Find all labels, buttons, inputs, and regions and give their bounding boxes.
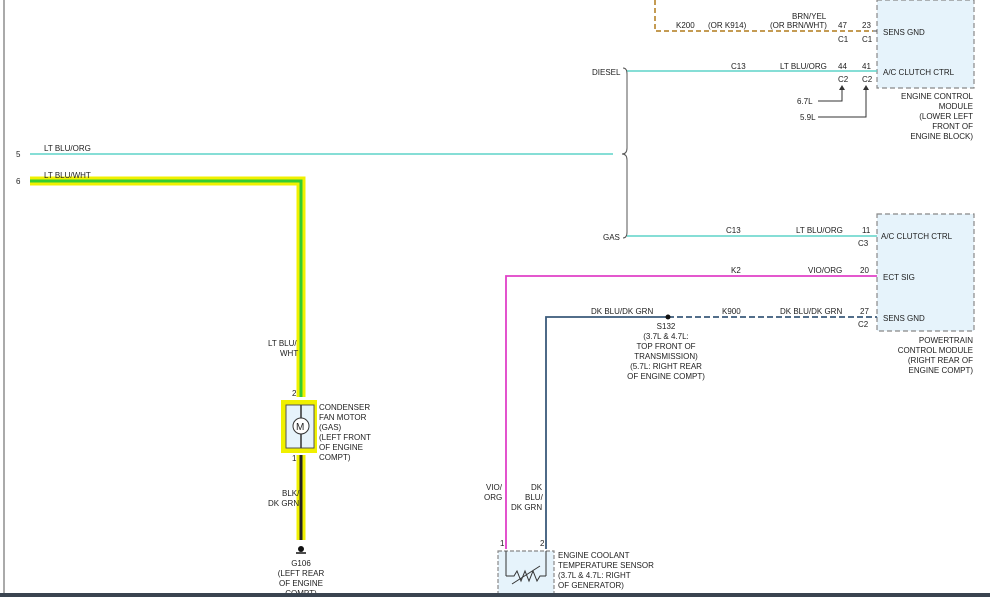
ecm-name: ENGINE CONTROL MODULE (LOWER LEFT FRONT …	[901, 92, 974, 141]
vio-org-sensor-label: ORG	[484, 493, 502, 502]
splice-label-line: TRANSMISSION)	[634, 352, 698, 361]
dk-blu-dk-grn-left-label: DK BLU/DK GRN	[591, 307, 653, 316]
ecm-name-line: (LOWER LEFT	[919, 112, 973, 121]
pcm-name-line: (RIGHT REAR OF	[908, 356, 973, 365]
fan-pin-top: 2	[292, 389, 297, 398]
v59-label: 5.9L	[800, 113, 816, 122]
splice-label-line: TOP FRONT OF	[636, 342, 695, 351]
sensor-pin-2: 2	[540, 539, 545, 548]
dk-blu-sensor-label: DK	[531, 483, 543, 492]
c13-top-label: C13	[731, 62, 746, 71]
window-bottom-bar	[0, 593, 990, 597]
k200-label: K200	[676, 21, 695, 30]
pcm-ac-clutch-label: A/C CLUTCH CTRL	[881, 232, 953, 241]
splice-label: S132 (3.7L & 4.7L: TOP FRONT OF TRANSMIS…	[627, 322, 705, 381]
k900-label: K900	[722, 307, 741, 316]
ect-sensor-name-line: TEMPERATURE SENSOR	[558, 561, 654, 570]
diesel-gas-brace	[621, 67, 628, 239]
dk-blu-sensor-label: BLU/	[525, 493, 544, 502]
splice-label-line: OF ENGINE COMPT)	[627, 372, 705, 381]
splice-label-line: S132	[657, 322, 676, 331]
ecm-name-line: ENGINE CONTROL	[901, 92, 974, 101]
pin-27: 27	[860, 307, 869, 316]
ground-wire-label: BLK/	[282, 489, 300, 498]
pcm-name-line: CONTROL MODULE	[898, 346, 973, 355]
brn-wht-label: (OR BRN/WHT)	[770, 21, 827, 30]
lt-blu-org-gas-label: LT BLU/ORG	[796, 226, 843, 235]
brn-yel-label: BRN/YEL	[792, 12, 827, 21]
ground-wire-label: DK GRN	[268, 499, 299, 508]
c13-gas-label: C13	[726, 226, 741, 235]
ect-sensor-name-line: ENGINE COOLANT	[558, 551, 630, 560]
ect-sensor-name-line: (3.7L & 4.7L: RIGHT	[558, 571, 631, 580]
pin-41: 41	[862, 62, 871, 71]
wire-6-label: LT BLU/WHT	[44, 171, 91, 180]
v59-arrowhead	[863, 85, 869, 90]
ecm-ac-clutch-label: A/C CLUTCH CTRL	[883, 68, 955, 77]
fan-motor-symbol: M	[296, 422, 304, 433]
ground-label-line: G106	[291, 559, 311, 568]
pcm-name-line: POWERTRAIN	[919, 336, 973, 345]
fan-wire-label: WHT	[280, 349, 298, 358]
diesel-label: DIESEL	[592, 68, 621, 77]
pcm-sens-gnd-label: SENS GND	[883, 314, 925, 323]
ground-point-icon	[298, 546, 304, 552]
sensor-pin-1: 1	[500, 539, 505, 548]
c1-left: C1	[838, 35, 849, 44]
wire-5-pin: 5	[16, 150, 21, 159]
pcm-name-line: ENGINE COMPT)	[909, 366, 974, 375]
c2-pcm-label: C2	[858, 320, 869, 329]
c2-right: C2	[862, 75, 873, 84]
fan-motor-name-line: FAN MOTOR	[319, 413, 367, 422]
v67-pointer	[818, 87, 843, 102]
vio-org-sensor-label: VIO/	[486, 483, 503, 492]
splice-label-line: (3.7L & 4.7L:	[643, 332, 689, 341]
ground-label-line: OF ENGINE	[279, 579, 323, 588]
dk-blu-sensor-label: DK GRN	[511, 503, 542, 512]
wire-6	[30, 179, 303, 397]
wire-5-label: LT BLU/ORG	[44, 144, 91, 153]
fan-pin-bottom: 1	[292, 454, 297, 463]
wiring-diagram: SENS GND A/C CLUTCH CTRL ENGINE CONTROL …	[3, 0, 975, 597]
lt-blu-org-top-label: LT BLU/ORG	[780, 62, 827, 71]
or-k914-label: (OR K914)	[708, 21, 747, 30]
splice-s132-dot	[665, 314, 671, 320]
fan-motor-name: CONDENSER FAN MOTOR (GAS) (LEFT FRONT OF…	[319, 403, 371, 462]
pcm-ect-sig-label: ECT SIG	[883, 273, 915, 282]
fan-motor-name-line: CONDENSER	[319, 403, 370, 412]
k2-label: K2	[731, 266, 741, 275]
pin-11: 11	[862, 226, 871, 235]
c1-right: C1	[862, 35, 873, 44]
ecm-name-line: FRONT OF	[932, 122, 973, 131]
pin-47: 47	[838, 21, 847, 30]
splice-label-line: (5.7L: RIGHT REAR	[630, 362, 702, 371]
ecm-sens-gnd-label: SENS GND	[883, 28, 925, 37]
pin-20: 20	[860, 266, 869, 275]
c3-label: C3	[858, 239, 869, 248]
ground-label: G106 (LEFT REAR OF ENGINE COMPT)	[278, 559, 325, 597]
ground-label-line: (LEFT REAR	[278, 569, 325, 578]
ecm-name-line: ENGINE BLOCK)	[910, 132, 973, 141]
pin-44: 44	[838, 62, 847, 71]
ect-sensor-name-line: OF GENERATOR)	[558, 581, 624, 590]
wire-6-highlight	[30, 176, 306, 397]
pin-23: 23	[862, 21, 871, 30]
fan-motor-name-line: (GAS)	[319, 423, 342, 432]
v67-label: 6.7L	[797, 97, 813, 106]
c2-left: C2	[838, 75, 849, 84]
ecm-name-line: MODULE	[939, 102, 973, 111]
ect-sensor-name: ENGINE COOLANT TEMPERATURE SENSOR (3.7L …	[558, 551, 654, 590]
fan-wire-label: LT BLU/	[268, 339, 297, 348]
pcm-name: POWERTRAIN CONTROL MODULE (RIGHT REAR OF…	[898, 336, 974, 375]
dk-blu-dk-grn-right-label: DK BLU/DK GRN	[780, 307, 842, 316]
vio-org-ect-label: VIO/ORG	[808, 266, 842, 275]
fan-motor-name-line: (LEFT FRONT	[319, 433, 371, 442]
gas-label: GAS	[603, 233, 620, 242]
fan-motor-name-line: COMPT)	[319, 453, 351, 462]
wire-6-pin: 6	[16, 177, 21, 186]
v67-arrowhead	[839, 85, 845, 90]
fan-motor-name-line: OF ENGINE	[319, 443, 363, 452]
